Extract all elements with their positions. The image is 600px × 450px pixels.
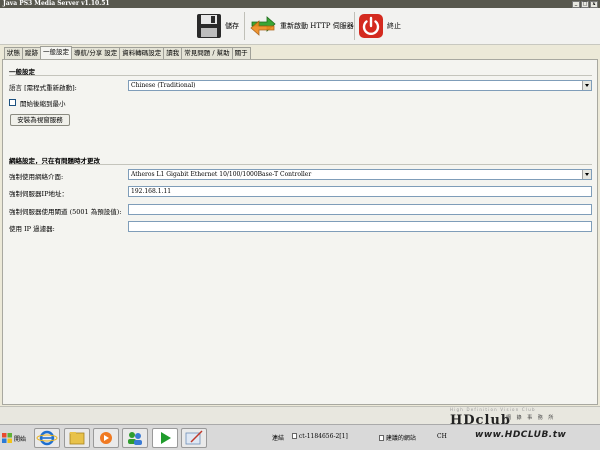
internet-explorer-icon: [36, 430, 58, 446]
server-port-field[interactable]: [128, 204, 592, 215]
language-indicator[interactable]: CH: [437, 433, 447, 440]
close-button[interactable]: x: [590, 0, 598, 8]
toolbar-separator: [244, 12, 245, 40]
language-select[interactable]: Chinese (Traditional): [128, 80, 592, 91]
floppy-disk-icon: [197, 14, 221, 38]
messenger-button[interactable]: [122, 428, 148, 448]
divider: [9, 75, 592, 76]
restart-http-server-tool[interactable]: 重新啟動 HTTP 伺服器: [249, 10, 354, 42]
taskbar-tab-2-label: 建議的網站: [385, 435, 416, 442]
tab-about[interactable]: 關于: [231, 47, 251, 59]
restart-arrows-icon: [250, 16, 276, 36]
explorer-button[interactable]: [64, 428, 90, 448]
tab-strip: 狀態 蹤跡 一般設定 導航/分享 設定 資料轉碼設定 讀我 常見問題 / 幫助 …: [4, 46, 251, 59]
server-port-label: 強制伺服器使用閘道 (5001 為預設值):: [9, 208, 122, 216]
install-service-button[interactable]: 安裝為視窗服務: [10, 114, 70, 126]
start-minimized-checkbox[interactable]: [9, 99, 16, 106]
start-minimized-label: 開始後縮到最小: [20, 100, 66, 108]
people-icon: [128, 432, 142, 445]
title-bar: Java PS3 Media Server v1.10.51 _ □ x: [0, 0, 600, 8]
internet-explorer-button[interactable]: [34, 428, 60, 448]
page-icon: [379, 435, 384, 441]
start-label: 開始: [14, 435, 27, 443]
language-value: Chinese (Traditional): [131, 82, 196, 89]
paint-icon: [185, 430, 203, 445]
server-ip-label: 強制伺服器IP地址：: [9, 190, 68, 198]
interface-label: 強制使用網絡介面:: [9, 173, 64, 181]
media-player-icon: [100, 432, 112, 444]
chevron-down-icon[interactable]: [582, 81, 591, 90]
watermark-subtitle: High Definition Vision Club: [450, 407, 536, 412]
network-interface-select[interactable]: Atheros L1 Gigabit Ethernet 10/100/1000B…: [128, 169, 592, 180]
folder-icon: [69, 432, 85, 445]
general-settings-panel: 一般設定 語言 [需程式重新啟動]: Chinese (Traditional)…: [2, 59, 598, 405]
ip-filter-field[interactable]: [128, 221, 592, 232]
minimize-button[interactable]: _: [572, 0, 580, 8]
chevron-down-icon[interactable]: [582, 170, 591, 179]
toolbar: 儲存 重新啟動 HTTP 伺服器 終止: [0, 8, 600, 45]
ip-filter-label: 使用 IP 過濾器:: [9, 225, 55, 233]
page-icon: [292, 433, 297, 439]
tab-readme[interactable]: 讀我: [163, 47, 183, 59]
language-label: 語言 [需程式重新啟動]:: [9, 84, 77, 92]
taskbar-tab-1[interactable]: ct-1184656-2[1]: [292, 433, 348, 440]
tab-general-settings[interactable]: 一般設定: [40, 46, 72, 59]
taskbar-tab-1-label: ct-1184656-2[1]: [298, 433, 348, 440]
tab-transcoding[interactable]: 資料轉碼設定: [119, 47, 165, 59]
tab-traces[interactable]: 蹤跡: [22, 47, 41, 59]
tab-navigation-share[interactable]: 導航/分享 設定: [71, 47, 121, 59]
watermark-url: www.HDCLUB.tw: [475, 430, 567, 440]
quit-tool[interactable]: 終止: [358, 10, 401, 42]
save-tool[interactable]: 儲存: [196, 10, 239, 42]
windows-logo-icon: [2, 433, 12, 443]
watermark: High Definition Vision Club HDclub 網 錄 事…: [450, 407, 590, 428]
tab-status[interactable]: 狀態: [4, 47, 23, 59]
start-button[interactable]: 開始: [2, 428, 30, 448]
server-ip-field[interactable]: 192.168.1.11: [128, 186, 592, 197]
tab-faq-help[interactable]: 常見問題 / 幫助: [181, 47, 233, 59]
toolbar-separator: [354, 12, 355, 40]
links-label: 連結: [272, 435, 285, 442]
window-controls: _ □ x: [572, 0, 598, 8]
ps3-media-server-button[interactable]: [152, 428, 178, 448]
interface-value: Atheros L1 Gigabit Ethernet 10/100/1000B…: [131, 171, 312, 178]
taskbar-tab-2[interactable]: 建議的網站: [379, 433, 416, 442]
media-player-button[interactable]: [93, 428, 119, 448]
paint-button[interactable]: [181, 428, 207, 448]
maximize-button[interactable]: □: [581, 0, 589, 8]
quit-label: 終止: [387, 22, 401, 30]
power-icon: [359, 14, 383, 38]
window-title: Java PS3 Media Server v1.10.51: [3, 0, 110, 7]
save-label: 儲存: [225, 22, 239, 30]
restart-label: 重新啟動 HTTP 伺服器: [280, 22, 354, 30]
divider: [9, 164, 592, 165]
watermark-tagline: 網 錄 事 務 所: [506, 415, 556, 421]
play-icon: [161, 432, 171, 444]
